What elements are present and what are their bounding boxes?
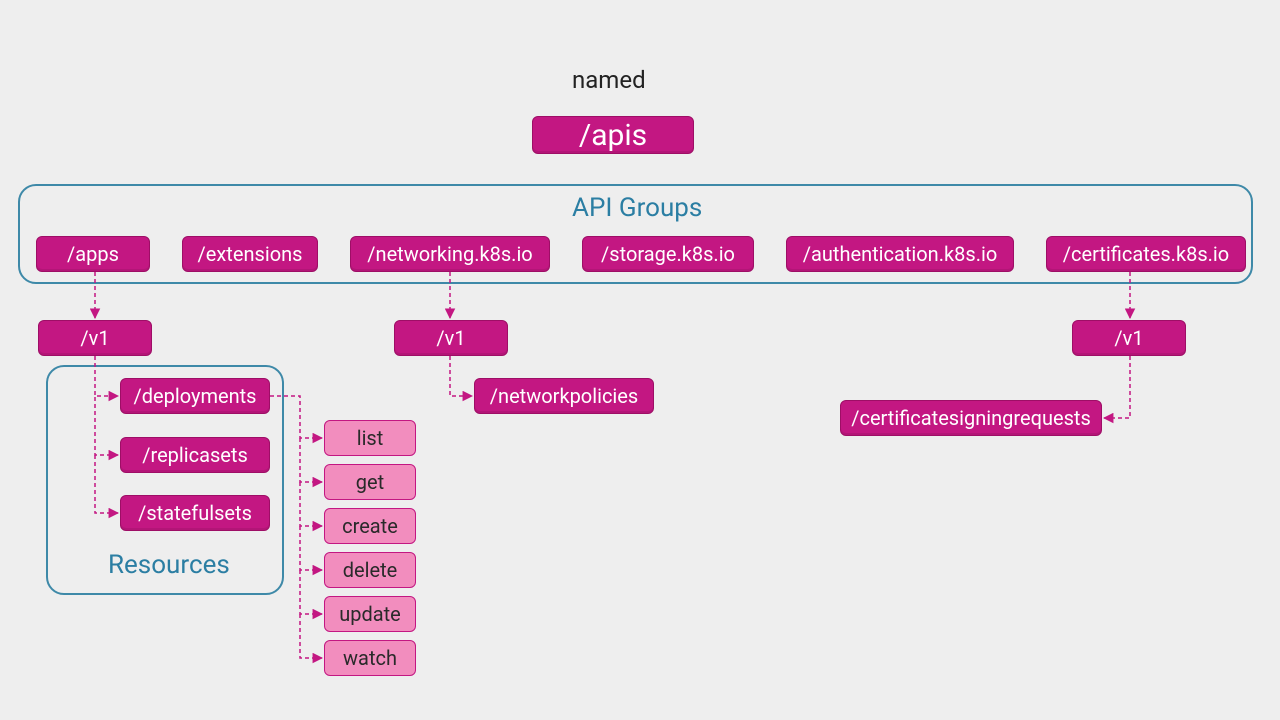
node-authentication: /authentication.k8s.io (786, 236, 1014, 272)
verb-update: update (324, 596, 416, 632)
connectors (0, 0, 1280, 720)
node-replicasets: /replicasets (120, 437, 270, 473)
node-extensions: /extensions (182, 236, 318, 272)
verb-watch: watch (324, 640, 416, 676)
node-networking: /networking.k8s.io (350, 236, 550, 272)
diagram-title: named (572, 66, 646, 94)
verb-list: list (324, 420, 416, 456)
resources-label: Resources (108, 550, 230, 580)
node-statefulsets: /statefulsets (120, 495, 270, 531)
verb-delete: delete (324, 552, 416, 588)
node-v1-certificates: /v1 (1072, 320, 1186, 356)
node-storage: /storage.k8s.io (582, 236, 754, 272)
node-deployments: /deployments (120, 378, 270, 414)
api-groups-label: API Groups (572, 193, 702, 223)
verb-get: get (324, 464, 416, 500)
node-apps: /apps (36, 236, 150, 272)
node-certificatesigningrequests: /certificatesigningrequests (840, 400, 1102, 436)
node-apis: /apis (532, 116, 694, 154)
node-v1-networking: /v1 (394, 320, 508, 356)
node-v1-apps: /v1 (38, 320, 152, 356)
node-certificates: /certificates.k8s.io (1046, 236, 1246, 272)
node-networkpolicies: /networkpolicies (474, 378, 654, 414)
verb-create: create (324, 508, 416, 544)
